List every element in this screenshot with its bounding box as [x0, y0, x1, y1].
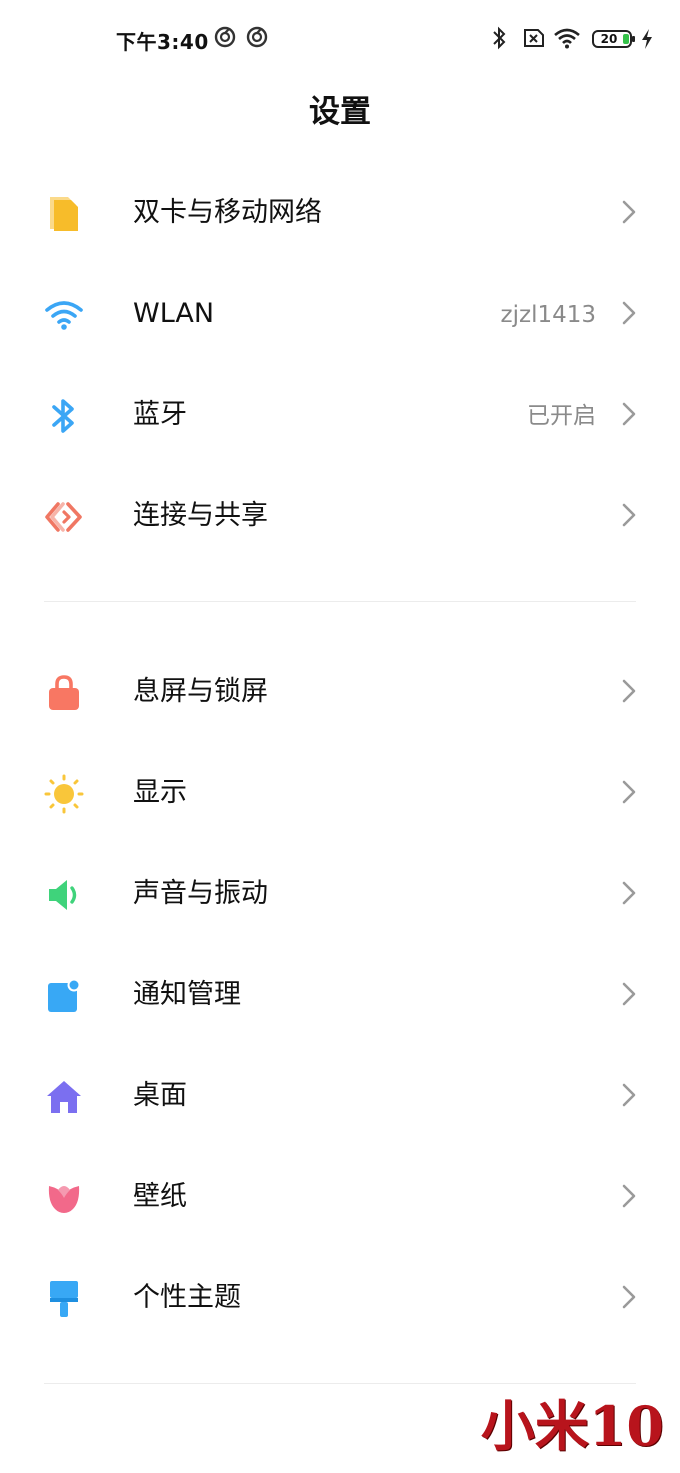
settings-item-value: zjzl1413: [500, 302, 596, 328]
settings-item-label: 个性主题: [133, 1282, 241, 1313]
settings-item-label: 声音与振动: [133, 878, 268, 909]
sim-card-icon: [44, 194, 84, 234]
speaker-icon: [44, 875, 84, 915]
settings-item-notifications[interactable]: 通知管理: [0, 944, 680, 1045]
charging-bolt-icon: [641, 29, 653, 53]
settings-item-label: WLAN: [133, 298, 215, 329]
chevron-right-icon: [622, 780, 636, 804]
settings-item-sound-vibration[interactable]: 声音与振动: [0, 843, 680, 944]
settings-item-label: 双卡与移动网络: [133, 197, 322, 228]
battery-level: 20: [600, 32, 618, 46]
chevron-right-icon: [622, 200, 636, 224]
settings-item-connection-share[interactable]: 连接与共享: [0, 465, 680, 566]
settings-item-lock-screen[interactable]: 息屏与锁屏: [0, 641, 680, 742]
flower-icon: [44, 1178, 84, 1218]
chevron-right-icon: [622, 1083, 636, 1107]
bluetooth-icon: [44, 396, 84, 436]
settings-item-label: 桌面: [133, 1080, 187, 1111]
bluetooth-icon: [491, 26, 507, 54]
connection-share-icon: [44, 497, 84, 537]
status-bar: 下午3:40 20: [0, 0, 680, 80]
settings-item-wallpaper[interactable]: 壁纸: [0, 1146, 680, 1247]
settings-item-bluetooth[interactable]: 蓝牙 已开启: [0, 364, 680, 465]
chevron-right-icon: [622, 503, 636, 527]
settings-item-label: 息屏与锁屏: [133, 676, 268, 707]
sun-icon: [44, 774, 84, 814]
chevron-right-icon: [622, 301, 636, 325]
settings-group-personalization: 息屏与锁屏 显示 声音与振动 通知管理 桌面 壁纸 个性主题: [0, 641, 680, 1348]
home-icon: [44, 1077, 84, 1117]
notification-icon: [246, 26, 268, 52]
settings-group-connectivity: 双卡与移动网络 WLAN zjzl1413 蓝牙 已开启 连接与共享: [0, 162, 680, 566]
notification-icon: [214, 26, 236, 52]
settings-item-display[interactable]: 显示: [0, 742, 680, 843]
chevron-right-icon: [622, 679, 636, 703]
settings-item-label: 通知管理: [133, 979, 241, 1010]
notification-icon: [44, 976, 84, 1016]
wifi-signal-icon: [553, 27, 581, 53]
status-time: 下午3:40: [116, 30, 209, 54]
page-title: 设置: [309, 94, 371, 130]
chevron-right-icon: [622, 982, 636, 1006]
chevron-right-icon: [622, 1285, 636, 1309]
group-divider: [44, 601, 636, 602]
settings-item-label: 连接与共享: [133, 500, 268, 531]
chevron-right-icon: [622, 402, 636, 426]
settings-item-home-screen[interactable]: 桌面: [0, 1045, 680, 1146]
battery-icon: 20: [592, 30, 638, 48]
watermark: 小米10: [480, 1394, 664, 1458]
settings-item-label: 蓝牙: [133, 399, 187, 430]
no-sim-icon: [521, 28, 545, 52]
brush-icon: [44, 1279, 84, 1319]
lock-icon: [44, 673, 84, 713]
chevron-right-icon: [622, 881, 636, 905]
settings-item-themes[interactable]: 个性主题: [0, 1247, 680, 1348]
chevron-right-icon: [622, 1184, 636, 1208]
settings-item-label: 壁纸: [133, 1181, 187, 1212]
settings-item-value: 已开启: [527, 403, 596, 429]
settings-item-dual-sim[interactable]: 双卡与移动网络: [0, 162, 680, 263]
settings-item-wlan[interactable]: WLAN zjzl1413: [0, 263, 680, 364]
settings-item-label: 显示: [133, 777, 187, 808]
wifi-icon: [44, 295, 84, 335]
